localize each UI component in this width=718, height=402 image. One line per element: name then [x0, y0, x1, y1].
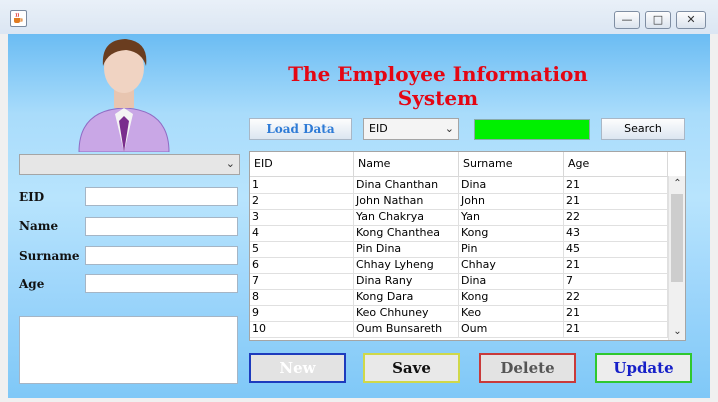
table-cell: 1: [250, 177, 354, 193]
table-cell: John: [459, 193, 564, 209]
table-row[interactable]: 1 Dina Chanthan Dina 21: [250, 177, 668, 194]
table-cell: 4: [250, 225, 354, 241]
table-cell: Kong Dara: [354, 289, 459, 305]
table-cell: Chhay Lyheng: [354, 257, 459, 273]
table-cell: 22: [564, 289, 668, 305]
table-cell: 22: [564, 209, 668, 225]
table-cell: Oum Bunsareth: [354, 321, 459, 337]
table-header: EID Name Surname Age: [250, 152, 668, 177]
close-button[interactable]: ✕: [676, 11, 706, 29]
table-cell: Kong Chanthea: [354, 225, 459, 241]
scroll-thumb[interactable]: [671, 194, 683, 282]
table-row[interactable]: 5 Pin Dina Pin 45: [250, 241, 668, 258]
scroll-up-icon[interactable]: ⌃: [669, 176, 685, 192]
table-cell: 2: [250, 193, 354, 209]
table-cell: Yan Chakrya: [354, 209, 459, 225]
table-cell: 3: [250, 209, 354, 225]
table-row[interactable]: 9 Keo Chhuney Keo 21: [250, 305, 668, 322]
table-cell: Pin Dina: [354, 241, 459, 257]
table-cell: Dina: [459, 273, 564, 289]
table-row[interactable]: 6 Chhay Lyheng Chhay 21: [250, 257, 668, 274]
column-header-surname[interactable]: Surname: [459, 152, 564, 176]
table-cell: 7: [564, 273, 668, 289]
employee-table[interactable]: EID Name Surname Age 1 Dina Chanthan Dina 2…: [249, 151, 686, 341]
table-cell: 21: [564, 193, 668, 209]
search-button[interactable]: Search: [601, 118, 685, 140]
scroll-down-icon[interactable]: ⌄: [669, 324, 685, 340]
page-title: The Employee Information System: [288, 62, 588, 110]
eid-label: EID: [19, 190, 45, 204]
close-icon: ✕: [686, 13, 696, 26]
chevron-down-icon: ⌄: [444, 122, 454, 135]
java-cup-icon: [10, 10, 27, 27]
table-cell: Dina Chanthan: [354, 177, 459, 193]
table-cell: 7: [250, 273, 354, 289]
main-panel: The Employee Information System ⌄ EID Na…: [8, 34, 710, 398]
search-field-select[interactable]: EID ⌄: [363, 118, 459, 140]
app-window: — □ ✕ The Employee Information System ⌄ …: [0, 0, 718, 402]
table-row[interactable]: 10 Oum Bunsareth Oum 21: [250, 321, 668, 338]
table-row[interactable]: 4 Kong Chanthea Kong 43: [250, 225, 668, 242]
table-cell: 21: [564, 177, 668, 193]
minimize-button[interactable]: —: [614, 11, 640, 29]
search-input[interactable]: [474, 119, 590, 140]
table-cell: Kong: [459, 289, 564, 305]
chevron-down-icon: ⌄: [225, 157, 235, 170]
table-row[interactable]: 8 Kong Dara Kong 22: [250, 289, 668, 306]
maximize-icon: □: [652, 13, 664, 26]
table-row[interactable]: 2 John Nathan John 21: [250, 193, 668, 210]
table-cell: 43: [564, 225, 668, 241]
table-row[interactable]: 3 Yan Chakrya Yan 22: [250, 209, 668, 226]
surname-field[interactable]: [85, 246, 238, 265]
table-scrollbar[interactable]: ⌃ ⌄: [668, 176, 685, 340]
age-field[interactable]: [85, 274, 238, 293]
table-cell: 6: [250, 257, 354, 273]
employee-avatar-icon: [74, 34, 174, 153]
name-label: Name: [19, 219, 59, 233]
load-data-button[interactable]: Load Data: [249, 118, 352, 140]
table-cell: Keo Chhuney: [354, 305, 459, 321]
table-row[interactable]: 7 Dina Rany Dina 7: [250, 273, 668, 290]
table-cell: 8: [250, 289, 354, 305]
table-cell: 9: [250, 305, 354, 321]
title-bar: — □ ✕: [0, 0, 718, 34]
table-cell: 21: [564, 321, 668, 337]
update-button[interactable]: Update: [595, 353, 692, 383]
column-header-age[interactable]: Age: [564, 152, 668, 176]
table-cell: Chhay: [459, 257, 564, 273]
table-cell: 45: [564, 241, 668, 257]
table-cell: Kong: [459, 225, 564, 241]
minimize-icon: —: [621, 13, 633, 26]
employee-selector[interactable]: ⌄: [19, 154, 240, 175]
maximize-button[interactable]: □: [645, 11, 671, 29]
table-cell: 21: [564, 305, 668, 321]
age-label: Age: [19, 277, 45, 291]
table-cell: Oum: [459, 321, 564, 337]
notes-area[interactable]: [19, 316, 238, 384]
new-button[interactable]: New: [249, 353, 346, 383]
table-cell: Dina: [459, 177, 564, 193]
name-field[interactable]: [85, 217, 238, 236]
surname-label: Surname: [19, 249, 80, 263]
table-body: 1 Dina Chanthan Dina 21 2 John Nathan John 21 3 Y…: [250, 177, 668, 340]
table-cell: John Nathan: [354, 193, 459, 209]
table-cell: 21: [564, 257, 668, 273]
table-cell: Dina Rany: [354, 273, 459, 289]
save-button[interactable]: Save: [363, 353, 460, 383]
table-cell: 5: [250, 241, 354, 257]
table-cell: Pin: [459, 241, 564, 257]
column-header-name[interactable]: Name: [354, 152, 459, 176]
table-cell: Keo: [459, 305, 564, 321]
eid-field[interactable]: [85, 187, 238, 206]
column-header-eid[interactable]: EID: [250, 152, 354, 176]
search-field-select-value: EID: [369, 122, 388, 135]
table-cell: Yan: [459, 209, 564, 225]
delete-button[interactable]: Delete: [479, 353, 576, 383]
table-cell: 10: [250, 321, 354, 337]
